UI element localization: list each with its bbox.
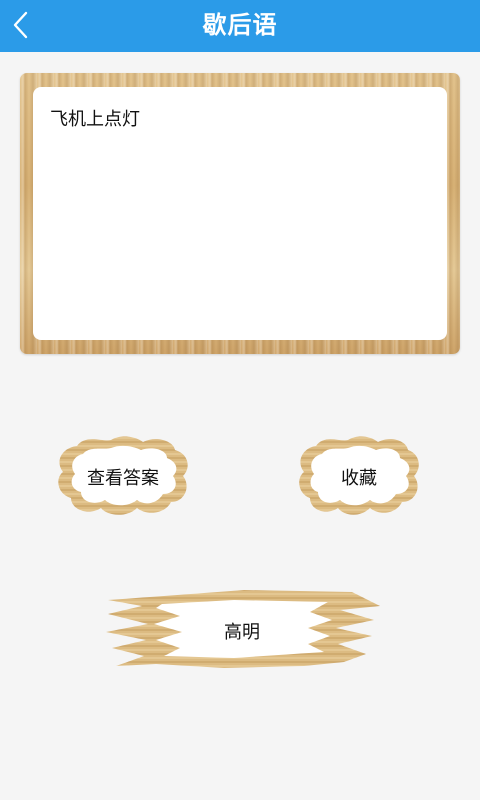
show-answer-button[interactable]: 查看答案 [55, 432, 191, 518]
answer-text: 高明 [224, 622, 260, 643]
page-title: 歇后语 [202, 11, 278, 39]
favorite-label: 收藏 [341, 468, 377, 489]
favorite-button[interactable]: 收藏 [296, 432, 422, 518]
question-board: 飞机上点灯 [20, 73, 460, 354]
question-card: 飞机上点灯 [33, 87, 447, 340]
show-answer-label: 查看答案 [87, 468, 159, 489]
app-header: 歇后语 [0, 0, 480, 52]
answer-box: 高明 [104, 588, 380, 670]
question-text: 飞机上点灯 [50, 109, 140, 130]
